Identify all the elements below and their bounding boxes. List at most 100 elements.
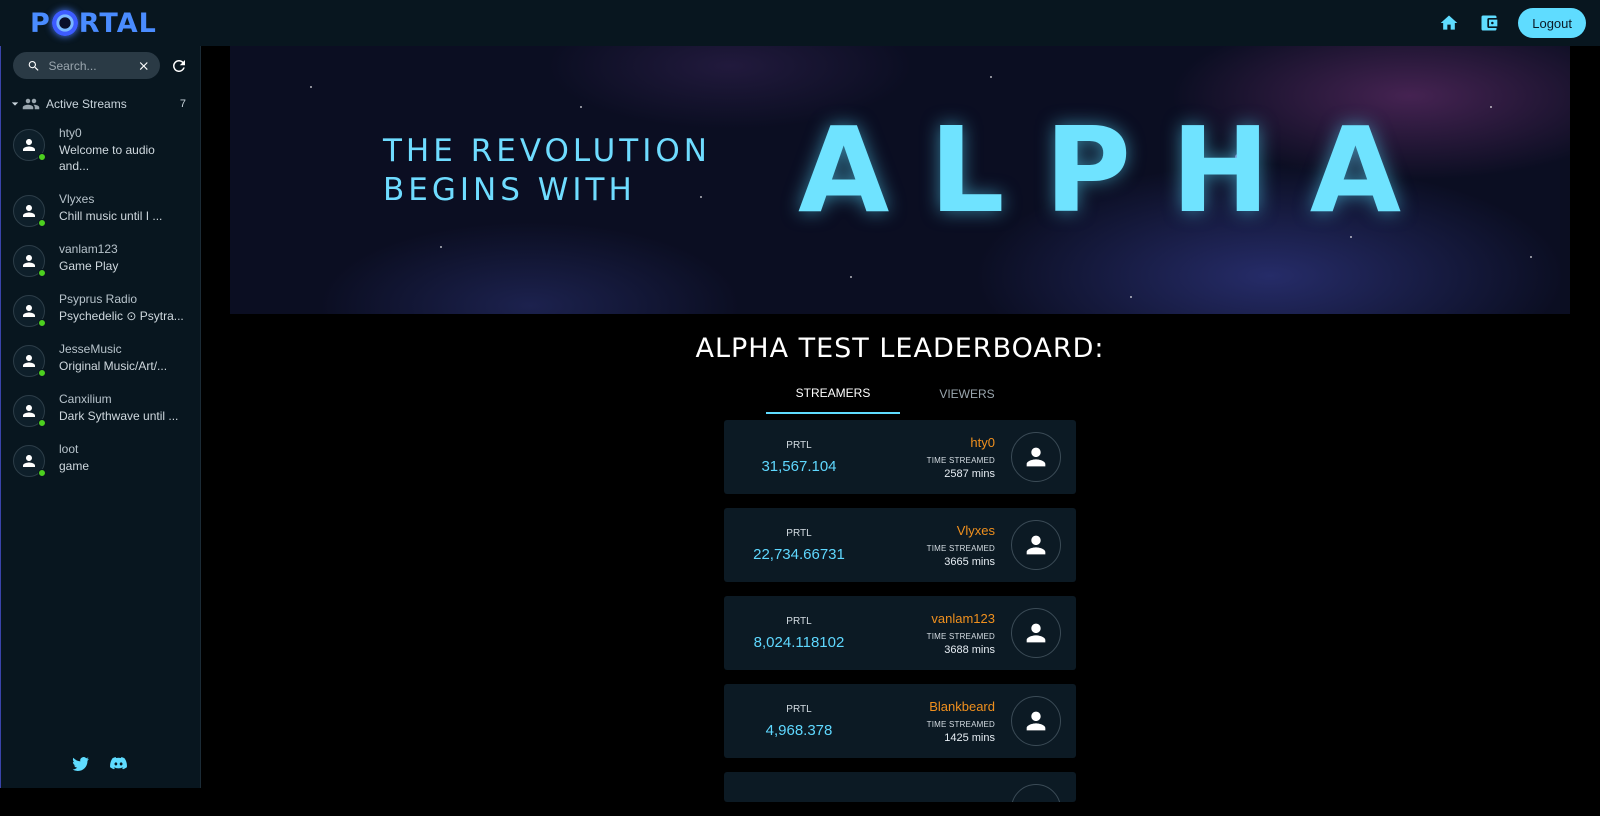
- online-indicator: [38, 369, 46, 377]
- stream-item[interactable]: hty0 Welcome to audio and...: [1, 125, 200, 191]
- leaderboard-card[interactable]: [724, 772, 1076, 802]
- alpha-banner: THE REVOLUTION BEGINS WITH ALPHA: [230, 46, 1570, 314]
- stream-item[interactable]: loot game: [1, 441, 200, 491]
- avatar[interactable]: [1011, 696, 1061, 746]
- discord-icon[interactable]: [108, 754, 129, 778]
- time-streamed-value: 3665 mins: [944, 556, 995, 568]
- time-streamed-value: 1425 mins: [944, 732, 995, 744]
- avatar[interactable]: [1011, 432, 1061, 482]
- caret-down-icon: [11, 102, 19, 106]
- stream-item[interactable]: Vlyxes Chill music until I ...: [1, 191, 200, 241]
- person-icon: [1026, 535, 1046, 555]
- online-indicator: [38, 419, 46, 427]
- tab-streamers[interactable]: STREAMERS: [766, 374, 900, 414]
- stream-name: Canxilium: [59, 392, 112, 406]
- streamer-username[interactable]: vanlam123: [931, 611, 995, 626]
- logo-orb-icon: [51, 10, 78, 36]
- stream-text: Psyprus Radio Psychedelic ⊙ Psytra...: [59, 291, 185, 324]
- avatar: [13, 295, 46, 327]
- sidebar: Active Streams 7 hty0 Welcome to audio a…: [0, 46, 201, 788]
- search-input[interactable]: [48, 58, 129, 73]
- time-streamed-label: TIME STREAMED: [926, 544, 995, 553]
- avatar: [13, 245, 46, 277]
- avatar[interactable]: [1011, 520, 1061, 570]
- banner-line-1: THE REVOLUTION: [383, 133, 711, 169]
- search-row: [1, 46, 200, 79]
- search-box[interactable]: [13, 52, 160, 79]
- streamer-username[interactable]: Vlyxes: [957, 523, 995, 538]
- stream-description: Dark Sythwave until ...: [59, 408, 179, 423]
- banner-line-2: BEGINS WITH: [383, 172, 636, 208]
- prtl-label: PRTL: [786, 440, 812, 451]
- home-icon[interactable]: [1438, 12, 1460, 34]
- leaderboard-card[interactable]: PRTL 22,734.66731 Vlyxes TIME STREAMED 3…: [724, 508, 1076, 582]
- top-bar-actions: Logout: [1438, 8, 1586, 38]
- streamer-username[interactable]: Blankbeard: [929, 699, 995, 714]
- online-indicator: [38, 469, 46, 477]
- prtl-value: 4,968.378: [765, 722, 833, 739]
- avatar: [13, 129, 46, 161]
- active-streams-label: Active Streams: [46, 97, 127, 111]
- person-icon: [1026, 447, 1046, 467]
- stream-text: Vlyxes Chill music until I ...: [59, 191, 185, 224]
- twitter-icon[interactable]: [71, 754, 90, 778]
- logo-letter-p: P: [30, 7, 51, 39]
- leaderboard-card[interactable]: PRTL 8,024.118102 vanlam123 TIME STREAME…: [724, 596, 1076, 670]
- refresh-icon[interactable]: [170, 55, 188, 77]
- top-bar: P RTAL Logout: [0, 0, 1600, 46]
- prtl-label: PRTL: [786, 704, 812, 715]
- stream-item[interactable]: vanlam123 Game Play: [1, 241, 200, 291]
- online-indicator: [38, 153, 46, 161]
- leaderboard-title: ALPHA TEST LEADERBOARD:: [695, 333, 1105, 364]
- stream-description: game: [59, 458, 90, 473]
- prtl-value: 31,567.104: [761, 458, 837, 475]
- stream-description: Psychedelic ⊙ Psytra...: [59, 308, 184, 323]
- search-icon: [28, 60, 39, 71]
- leaderboard-card[interactable]: PRTL 4,968.378 Blankbeard TIME STREAMED …: [724, 684, 1076, 758]
- active-streams-header[interactable]: Active Streams 7: [1, 79, 200, 113]
- avatar: [13, 445, 46, 477]
- wallet-icon[interactable]: [1478, 12, 1500, 34]
- clear-search-icon[interactable]: [137, 57, 151, 75]
- stream-description: Game Play: [59, 258, 119, 273]
- avatar[interactable]: [1011, 608, 1061, 658]
- tab-viewers[interactable]: VIEWERS: [900, 374, 1034, 414]
- stream-name: hty0: [59, 126, 82, 140]
- stream-item[interactable]: Canxilium Dark Sythwave until ...: [1, 391, 200, 441]
- avatar: [13, 195, 46, 227]
- online-indicator: [38, 319, 46, 327]
- stream-name: loot: [59, 442, 79, 456]
- person-icon: [1026, 623, 1046, 643]
- stream-name: vanlam123: [59, 242, 118, 256]
- logout-button[interactable]: Logout: [1518, 8, 1586, 38]
- online-indicator: [38, 269, 46, 277]
- time-streamed-label: TIME STREAMED: [926, 456, 995, 465]
- stream-name: Vlyxes: [59, 192, 95, 206]
- stream-description: Chill music until I ...: [59, 208, 163, 223]
- avatar[interactable]: [1011, 784, 1061, 802]
- stream-description: Welcome to audio and...: [59, 142, 155, 174]
- banner-headline: ALPHA: [798, 101, 1442, 239]
- time-streamed-value: 2587 mins: [944, 468, 995, 480]
- stream-text: loot game: [59, 441, 185, 474]
- person-icon: [1026, 711, 1046, 731]
- banner-tagline: THE REVOLUTION BEGINS WITH: [383, 132, 711, 210]
- time-streamed-label: TIME STREAMED: [926, 720, 995, 729]
- prtl-label: PRTL: [786, 528, 812, 539]
- active-streams-count: 7: [179, 98, 186, 110]
- streamer-username[interactable]: hty0: [970, 435, 995, 450]
- logo-letters: RTAL: [78, 7, 157, 39]
- avatar: [13, 395, 46, 427]
- time-streamed-value: 3688 mins: [944, 644, 995, 656]
- time-streamed-label: TIME STREAMED: [926, 632, 995, 641]
- leaderboard-list: PRTL 31,567.104 hty0 TIME STREAMED 2587 …: [724, 420, 1076, 816]
- stream-text: Canxilium Dark Sythwave until ...: [59, 391, 185, 424]
- stream-list: hty0 Welcome to audio and... Vlyxes Chil…: [1, 125, 200, 491]
- leaderboard-card[interactable]: PRTL 31,567.104 hty0 TIME STREAMED 2587 …: [724, 420, 1076, 494]
- prtl-value: 22,734.66731: [753, 546, 845, 563]
- leaderboard-tabs: STREAMERS VIEWERS: [766, 374, 1034, 414]
- stream-text: hty0 Welcome to audio and...: [59, 125, 185, 175]
- portal-logo[interactable]: P RTAL: [30, 8, 157, 39]
- online-indicator: [38, 219, 46, 227]
- prtl-value: 8,024.118102: [753, 634, 845, 651]
